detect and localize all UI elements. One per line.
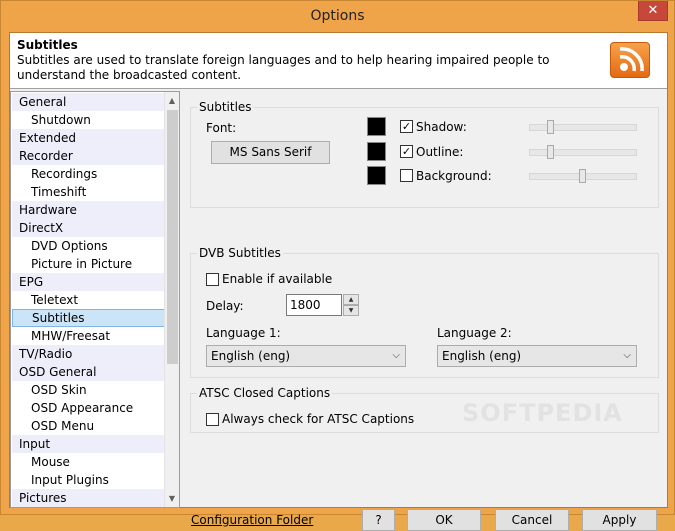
outline-slider-thumb[interactable] [547, 145, 554, 159]
tree-item-hardware[interactable]: Hardware [12, 201, 166, 219]
shadow-checkbox[interactable]: ✓ [400, 120, 413, 133]
tree-item-mouse[interactable]: Mouse [12, 453, 166, 471]
atsc-group-title: ATSC Closed Captions [197, 386, 333, 400]
subtitles-group-title: Subtitles [197, 100, 254, 114]
delay-input[interactable]: 1800 [286, 294, 342, 316]
background-color-swatch[interactable] [367, 166, 386, 185]
tree-item-teletext[interactable]: Teletext [12, 291, 166, 309]
background-slider-thumb[interactable] [579, 169, 586, 183]
dvb-group-title: DVB Subtitles [197, 246, 283, 260]
tree-item-osd-menu[interactable]: OSD Menu [12, 417, 166, 435]
options-tree-list: General Shutdown Extended Recorder Recording… [12, 93, 166, 507]
tree-item-extended[interactable]: Extended [12, 129, 166, 147]
title-bar[interactable]: Options ✕ [1, 1, 674, 32]
tree-item-tv-radio[interactable]: TV/Radio [12, 345, 166, 363]
language1-value: English (eng) [211, 349, 291, 363]
tree-item-input-plugins[interactable]: Input Plugins [12, 471, 166, 489]
tree-item-directx[interactable]: DirectX [12, 219, 166, 237]
cancel-button[interactable]: Cancel [495, 509, 569, 531]
scroll-up-icon[interactable]: ▲ [165, 92, 179, 109]
delay-down-icon[interactable]: ▼ [343, 305, 359, 316]
shadow-slider-thumb[interactable] [547, 120, 554, 134]
page-title: Subtitles [17, 38, 78, 52]
scroll-down-icon[interactable]: ▼ [165, 490, 179, 507]
outline-slider[interactable] [529, 145, 637, 159]
help-button[interactable]: ? [362, 509, 395, 531]
client-area: Subtitles Subtitles are used to translat… [9, 32, 668, 531]
rss-icon [610, 42, 650, 78]
enable-if-available-checkbox[interactable] [206, 273, 219, 286]
tree-item-subtitles[interactable]: Subtitles [12, 309, 166, 327]
outline-color-swatch[interactable] [367, 142, 386, 161]
language2-select[interactable]: English (eng) ⌵ [437, 345, 637, 367]
configuration-folder-link[interactable]: Configuration Folder [191, 513, 313, 527]
shadow-slider[interactable] [529, 120, 637, 134]
delay-up-icon[interactable]: ▲ [343, 294, 359, 305]
tree-item-recordings[interactable]: Recordings [12, 165, 166, 183]
font-label: Font: [206, 121, 237, 135]
dvb-subtitles-group: DVB Subtitles Enable if available Delay:… [190, 246, 659, 378]
tree-item-pictures[interactable]: Pictures [12, 489, 166, 507]
outline-label: Outline: [416, 145, 464, 159]
apply-button[interactable]: Apply [582, 509, 657, 531]
shadow-label: Shadow: [416, 120, 467, 134]
tree-item-timeshift[interactable]: Timeshift [12, 183, 166, 201]
tree-item-input[interactable]: Input [12, 435, 166, 453]
window-title: Options [310, 8, 365, 24]
close-button[interactable]: ✕ [638, 1, 668, 21]
atsc-always-checkbox[interactable] [206, 413, 219, 426]
language1-select[interactable]: English (eng) ⌵ [206, 345, 406, 367]
tree-item-osd-skin[interactable]: OSD Skin [12, 381, 166, 399]
tree-item-dvd-options[interactable]: DVD Options [12, 237, 166, 255]
tree-item-general[interactable]: General [12, 93, 166, 111]
background-slider[interactable] [529, 169, 637, 183]
tree-scrollbar[interactable]: ▲ ▼ [164, 92, 179, 507]
tree-item-shutdown[interactable]: Shutdown [12, 111, 166, 129]
watermark: SOFTPEDIA [462, 399, 623, 427]
delay-label: Delay: [206, 299, 244, 313]
page-header: Subtitles Subtitles are used to translat… [10, 33, 667, 89]
enable-if-available-label: Enable if available [222, 272, 333, 286]
background-label: Background: [416, 169, 492, 183]
font-button[interactable]: MS Sans Serif [211, 141, 330, 164]
tree-item-recorder[interactable]: Recorder [12, 147, 166, 165]
options-window: Options ✕ Subtitles Subtitles are used t… [0, 0, 675, 531]
language2-label: Language 2: [437, 326, 512, 340]
tree-item-picture-in-picture[interactable]: Picture in Picture [12, 255, 166, 273]
settings-panel: Subtitles Font: MS Sans Serif ✓ Shadow: … [182, 91, 667, 531]
atsc-always-label: Always check for ATSC Captions [222, 412, 415, 426]
subtitles-group: Subtitles Font: MS Sans Serif ✓ Shadow: … [190, 100, 659, 208]
tree-item-epg[interactable]: EPG [12, 273, 166, 291]
tree-item-mhw-freesat[interactable]: MHW/Freesat [12, 327, 166, 345]
options-tree: General Shutdown Extended Recorder Recording… [10, 91, 180, 508]
language2-value: English (eng) [442, 349, 522, 363]
chevron-down-icon: ⌵ [392, 350, 400, 361]
page-description: Subtitles are used to translate foreign … [17, 53, 550, 82]
background-checkbox[interactable] [400, 169, 413, 182]
language1-label: Language 1: [206, 326, 281, 340]
scroll-thumb[interactable] [167, 110, 178, 364]
shadow-color-swatch[interactable] [367, 117, 386, 136]
chevron-down-icon: ⌵ [623, 350, 631, 361]
outline-checkbox[interactable]: ✓ [400, 145, 413, 158]
ok-button[interactable]: OK [407, 509, 481, 531]
tree-item-osd-general[interactable]: OSD General [12, 363, 166, 381]
tree-item-osd-appearance[interactable]: OSD Appearance [12, 399, 166, 417]
